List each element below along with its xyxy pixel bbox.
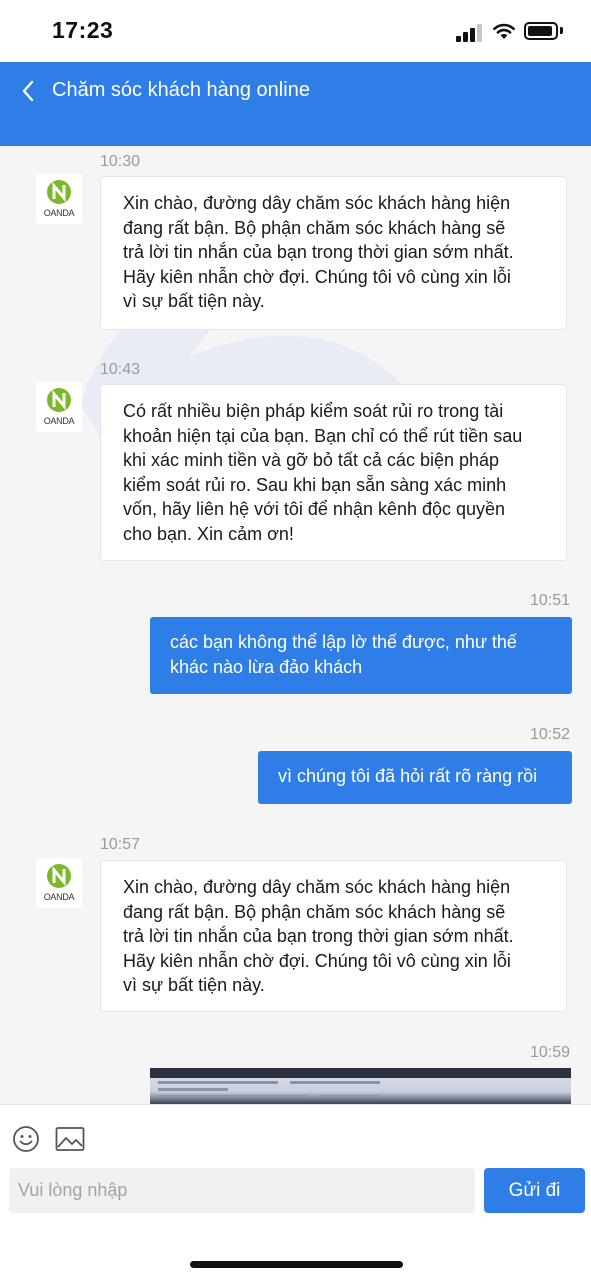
message-input[interactable] xyxy=(9,1168,475,1213)
image-attachment[interactable] xyxy=(150,1068,571,1104)
divider xyxy=(0,1104,591,1105)
message-time: 10:30 xyxy=(100,153,141,170)
message-line: đang rất bận. Bộ phận chăm sóc khách hàn… xyxy=(123,901,506,922)
avatar-label: OANDA xyxy=(43,208,75,218)
message-line: trả lời tin nhắn của bạn trong thời gian… xyxy=(123,926,514,946)
message-line: vì chúng tôi đã hỏi rất rõ ràng rồi xyxy=(278,766,538,786)
wifi-icon xyxy=(493,23,515,39)
oanda-logo-icon xyxy=(47,180,71,204)
header-title: Chăm sóc khách hàng online xyxy=(52,79,310,101)
message-time: 10:52 xyxy=(530,726,571,743)
agent-avatar: OANDA xyxy=(36,382,82,432)
message-line: vốn, hãy liên hệ với tôi để nhận kênh độ… xyxy=(123,499,506,519)
oanda-logo-icon xyxy=(47,864,71,888)
message-time: 10:57 xyxy=(100,836,141,853)
message-time: 10:43 xyxy=(100,361,141,378)
message-line: Xin chào, đường dây chăm sóc khách hàng … xyxy=(123,877,511,897)
battery-icon xyxy=(524,22,558,40)
incoming-message: Có rất nhiều biện pháp kiểm soát rủi ro … xyxy=(100,384,567,561)
cellular-signal-icon xyxy=(456,22,484,42)
composer-bar: Gửi đi xyxy=(0,1104,591,1280)
image-icon[interactable] xyxy=(55,1126,85,1152)
message-line: vì sự bất tiện này. xyxy=(123,291,265,311)
message-line: khi xác minh tiền và gỡ bỏ tất cả các bi… xyxy=(123,450,500,470)
message-line: khác nào lừa đảo khách xyxy=(170,657,363,677)
message-line: Hãy kiên nhẫn chờ đợi. Chúng tôi vô cùng… xyxy=(123,950,511,971)
message-line: các bạn không thể lập lờ thế được, như t… xyxy=(170,632,517,652)
message-line: Xin chào, đường dây chăm sóc khách hàng … xyxy=(123,193,511,213)
send-button[interactable]: Gửi đi xyxy=(484,1168,585,1213)
agent-avatar: OANDA xyxy=(36,858,82,908)
chevron-left-icon[interactable] xyxy=(18,78,42,104)
message-line: vì sự bất tiện này. xyxy=(123,975,265,995)
outgoing-message: các bạn không thể lập lờ thế được, như t… xyxy=(150,617,572,694)
status-time: 17:23 xyxy=(52,17,114,43)
outgoing-message: vì chúng tôi đã hỏi rất rõ ràng rồi xyxy=(258,751,572,804)
message-time: 10:51 xyxy=(530,592,571,609)
message-line: Có rất nhiều biện pháp kiểm soát rủi ro … xyxy=(123,401,504,421)
status-bar: 17:23 xyxy=(0,0,591,62)
agent-avatar: OANDA xyxy=(36,174,82,224)
message-time: 10:59 xyxy=(530,1044,571,1061)
emoji-icon[interactable] xyxy=(12,1125,40,1153)
message-line: cho bạn. Xin cảm ơn! xyxy=(123,523,294,544)
message-line: trả lời tin nhắn của bạn trong thời gian… xyxy=(123,242,514,262)
oanda-logo-icon xyxy=(47,388,71,412)
chat-area[interactable]: 10:30 OANDA Xin chào, đường dây chăm sóc… xyxy=(0,146,591,1104)
message-line: kiểm soát rủi ro. Sau khi bạn sẵn sàng x… xyxy=(123,474,507,495)
incoming-message: Xin chào, đường dây chăm sóc khách hàng … xyxy=(100,860,567,1012)
message-line: khoản hiện tại của bạn. Bạn chỉ có thể r… xyxy=(123,425,523,446)
avatar-label: OANDA xyxy=(43,416,75,426)
chat-header: Chăm sóc khách hàng online xyxy=(0,62,591,146)
avatar-label: OANDA xyxy=(43,892,75,902)
message-line: Hãy kiên nhẫn chờ đợi. Chúng tôi vô cùng… xyxy=(123,266,511,287)
message-line: đang rất bận. Bộ phận chăm sóc khách hàn… xyxy=(123,217,506,238)
home-indicator[interactable] xyxy=(190,1261,403,1268)
incoming-message: Xin chào, đường dây chăm sóc khách hàng … xyxy=(100,176,567,330)
